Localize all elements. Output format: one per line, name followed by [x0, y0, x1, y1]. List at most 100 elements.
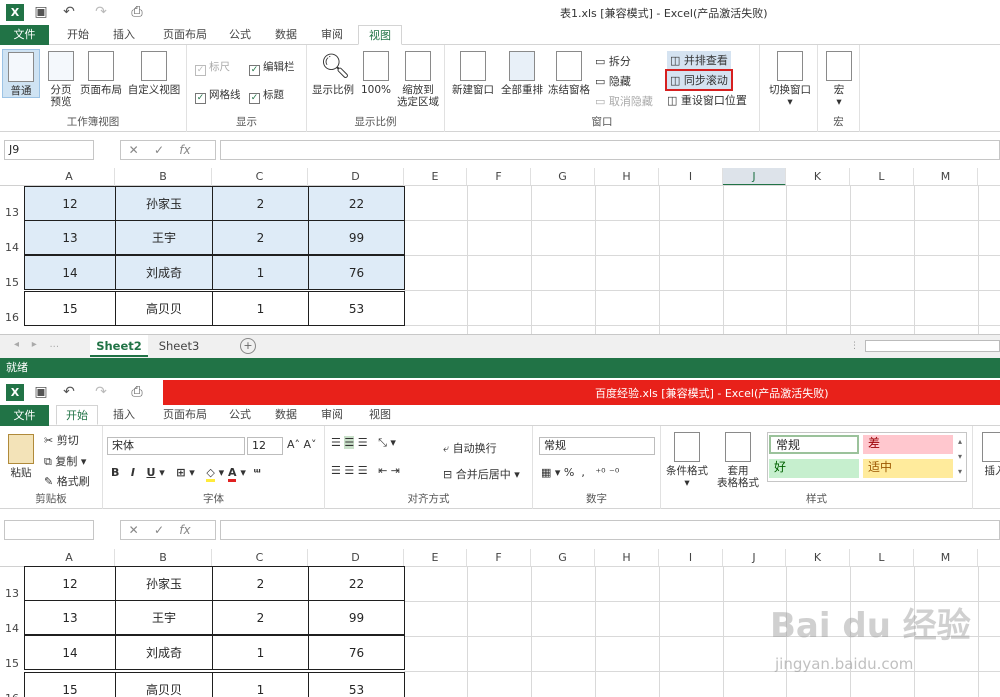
- hide-button[interactable]: ▭ 隐藏: [595, 73, 631, 89]
- formula-input[interactable]: [220, 140, 1000, 160]
- col-header[interactable]: C: [212, 549, 308, 567]
- empty-cells[interactable]: [404, 185, 1000, 334]
- tab-review[interactable]: 审阅: [314, 405, 350, 425]
- formula-bar-checkbox[interactable]: ✓ 编辑栏: [249, 59, 295, 76]
- row-header[interactable]: 16: [0, 692, 24, 697]
- table-cell[interactable]: 2: [212, 186, 309, 221]
- style-neutral[interactable]: 适中: [863, 459, 953, 478]
- format-as-table-button[interactable]: 套用 表格格式: [713, 432, 763, 489]
- table-cell[interactable]: 2: [212, 220, 309, 255]
- font-grow-shrink[interactable]: A˄ A˅: [287, 438, 317, 451]
- row-header[interactable]: 16: [0, 311, 24, 324]
- split-handle-icon[interactable]: ⋮: [850, 341, 859, 351]
- col-header[interactable]: A: [24, 549, 115, 567]
- zoom-100-button[interactable]: 100%: [359, 51, 393, 96]
- page-layout-button[interactable]: 页面布局: [78, 51, 124, 96]
- wrap-text-button[interactable]: ⤶ 自动换行: [443, 440, 497, 456]
- col-header[interactable]: K: [786, 168, 850, 186]
- col-header[interactable]: G: [531, 168, 595, 186]
- tab-file[interactable]: 文件: [0, 405, 49, 426]
- table-cell[interactable]: 刘成奇: [115, 255, 213, 290]
- number-format-select[interactable]: 常规: [539, 437, 655, 455]
- formula-buttons[interactable]: ✕ ✓ fx: [120, 520, 216, 540]
- row-header[interactable]: 15: [0, 657, 24, 670]
- font-name-select[interactable]: 宋体: [107, 437, 245, 455]
- tab-insert[interactable]: 插入: [104, 405, 144, 425]
- table-cell[interactable]: 22: [308, 566, 405, 601]
- number-format-buttons[interactable]: ▦ ▾ % , ⁺⁰ ⁻⁰: [541, 466, 619, 479]
- table-cell[interactable]: 13: [24, 220, 116, 255]
- col-header[interactable]: D: [308, 549, 404, 567]
- table-cell[interactable]: 12: [24, 566, 116, 601]
- redo-icon[interactable]: ↷: [92, 384, 110, 401]
- col-header[interactable]: I: [659, 168, 723, 186]
- tab-home[interactable]: 开始: [58, 25, 98, 45]
- headings-checkbox[interactable]: ✓ 标题: [249, 87, 284, 104]
- col-header[interactable]: J: [723, 549, 786, 567]
- tab-formulas[interactable]: 公式: [222, 25, 258, 45]
- macros-button[interactable]: 宏 ▾: [822, 51, 856, 108]
- formula-input[interactable]: [220, 520, 1000, 540]
- ruler-checkbox[interactable]: ✓ 标尺: [195, 59, 230, 76]
- horizontal-scrollbar[interactable]: [865, 340, 1000, 352]
- new-window-button[interactable]: 新建窗口: [449, 51, 497, 96]
- save-icon[interactable]: ▣: [32, 384, 50, 401]
- sheet-tab-sheet2[interactable]: Sheet2: [90, 335, 148, 357]
- row-header[interactable]: 15: [0, 276, 24, 289]
- print-preview-icon[interactable]: ⎙: [128, 384, 146, 401]
- col-header[interactable]: C: [212, 168, 308, 186]
- sheet-tab-sheet3[interactable]: Sheet3: [150, 335, 208, 357]
- sync-scroll-button[interactable]: ◫ 同步滚动: [665, 69, 733, 91]
- col-header[interactable]: G: [531, 549, 595, 567]
- table-cell[interactable]: 高贝贝: [115, 672, 213, 697]
- table-cell[interactable]: 53: [308, 291, 405, 326]
- table-cell[interactable]: 76: [308, 255, 405, 290]
- table-cell[interactable]: 53: [308, 672, 405, 697]
- table-cell[interactable]: 22: [308, 186, 405, 221]
- table-cell[interactable]: 13: [24, 600, 116, 635]
- col-header[interactable]: M: [914, 549, 978, 567]
- tab-view[interactable]: 视图: [358, 25, 402, 45]
- table-cell[interactable]: 2: [212, 600, 309, 635]
- tab-page-layout[interactable]: 页面布局: [155, 25, 215, 45]
- table-cell[interactable]: 1: [212, 291, 309, 326]
- vertical-align-buttons[interactable]: ☰ ☰ ☰ ⤡ ▾: [331, 436, 396, 450]
- name-box-2[interactable]: [4, 520, 94, 540]
- col-header[interactable]: L: [850, 549, 914, 567]
- table-cell[interactable]: 15: [24, 672, 116, 697]
- row-header[interactable]: 13: [0, 206, 24, 219]
- col-header[interactable]: E: [404, 549, 467, 567]
- tab-insert[interactable]: 插入: [104, 25, 144, 45]
- table-cell[interactable]: 王宇: [115, 600, 213, 635]
- col-header[interactable]: J: [723, 168, 786, 186]
- sheet-nav-arrows[interactable]: ◂ ▸ ...: [14, 339, 59, 350]
- style-bad[interactable]: 差: [863, 435, 953, 454]
- table-cell[interactable]: 99: [308, 600, 405, 635]
- paste-button[interactable]: 粘贴: [4, 434, 38, 479]
- col-header[interactable]: E: [404, 168, 467, 186]
- copy-button[interactable]: ⧉ 复制 ▾: [44, 453, 86, 469]
- tab-home[interactable]: 开始: [56, 405, 98, 425]
- split-button[interactable]: ▭ 拆分: [595, 53, 631, 69]
- reset-window-position-button[interactable]: ◫ 重设窗口位置: [667, 92, 747, 108]
- font-size-select[interactable]: 12: [247, 437, 283, 455]
- formula-buttons[interactable]: ✕ ✓ fx: [120, 140, 216, 160]
- add-sheet-icon[interactable]: +: [240, 338, 256, 354]
- table-cell[interactable]: 王宇: [115, 220, 213, 255]
- redo-icon[interactable]: ↷: [92, 4, 110, 21]
- undo-icon[interactable]: ↶: [60, 384, 78, 401]
- table-cell[interactable]: 14: [24, 255, 116, 290]
- tab-file[interactable]: 文件: [0, 25, 49, 45]
- horizontal-align-buttons[interactable]: ☰ ☰ ☰ ⇤ ⇥: [331, 464, 400, 477]
- undo-icon[interactable]: ↶: [60, 4, 78, 21]
- table-cell[interactable]: 99: [308, 220, 405, 255]
- tab-page-layout[interactable]: 页面布局: [155, 405, 215, 425]
- page-break-button[interactable]: 分页 预览: [42, 51, 80, 108]
- table-cell[interactable]: 刘成奇: [115, 635, 213, 670]
- col-header[interactable]: F: [467, 549, 531, 567]
- col-header[interactable]: D: [308, 168, 404, 186]
- row-header[interactable]: 13: [0, 587, 24, 600]
- col-header[interactable]: M: [914, 168, 978, 186]
- tab-data[interactable]: 数据: [268, 25, 304, 45]
- zoom-selection-button[interactable]: 缩放到 选定区域: [393, 51, 443, 108]
